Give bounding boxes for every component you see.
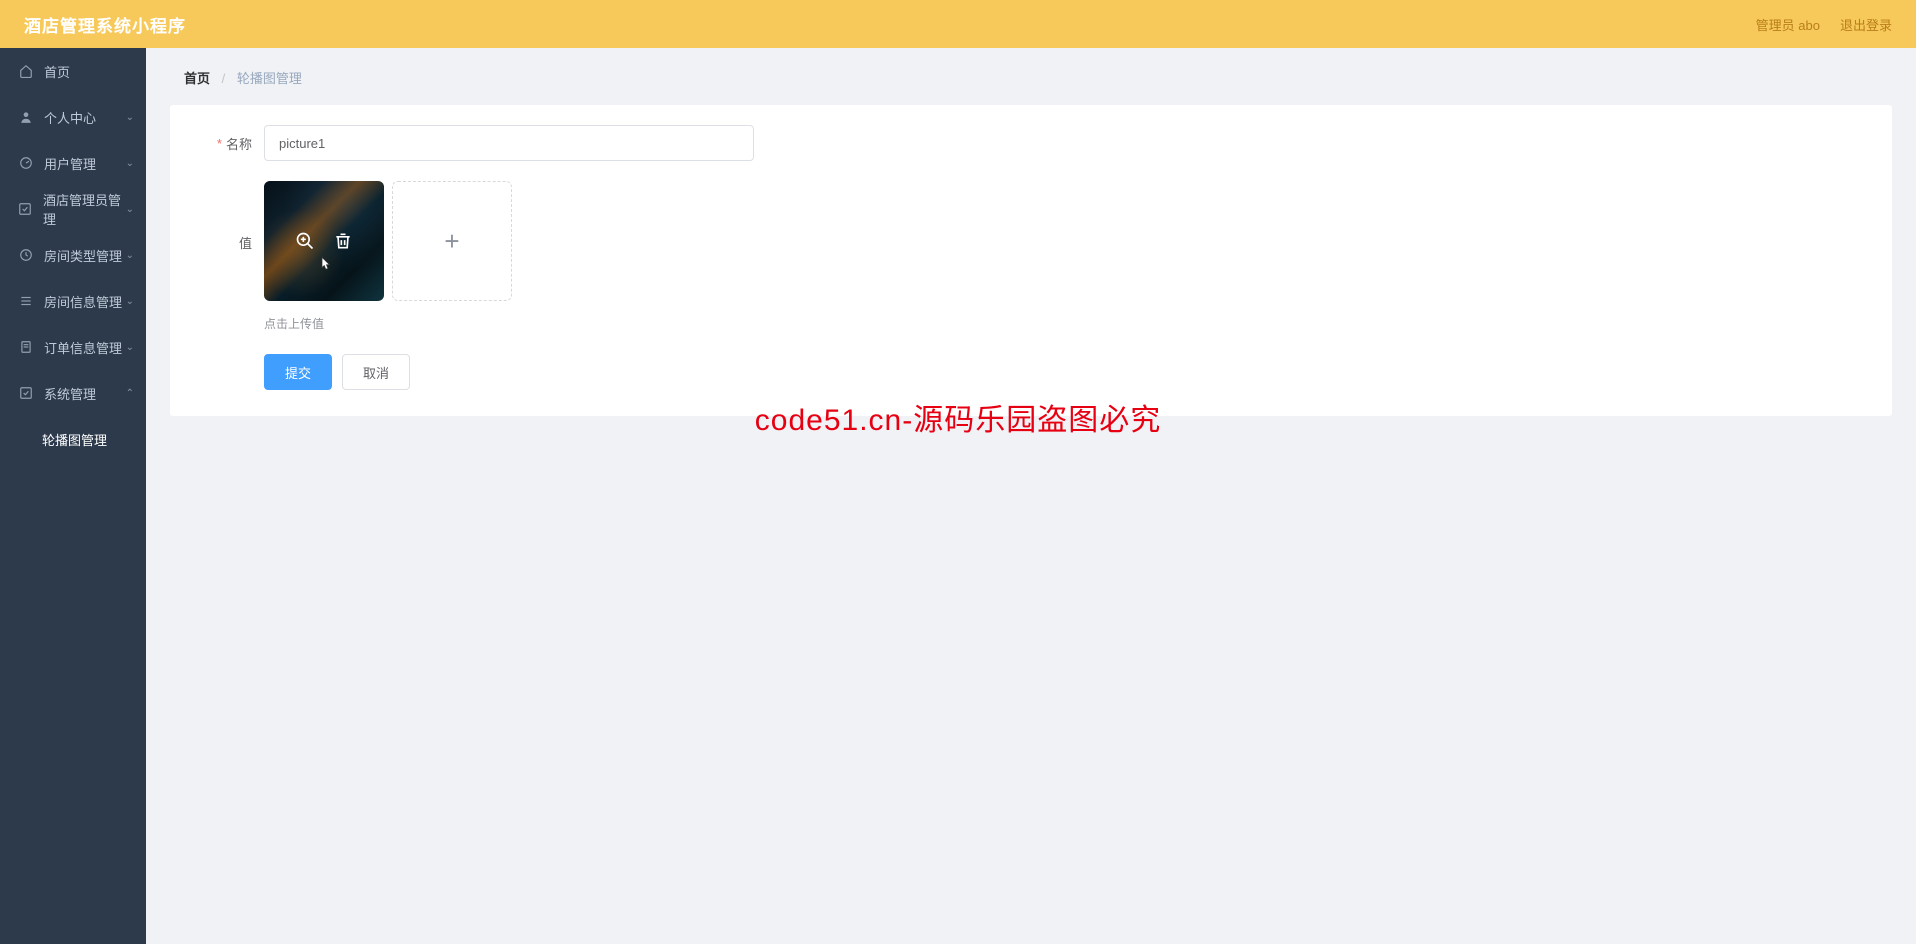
cancel-button[interactable]: 取消 <box>342 354 410 390</box>
sidebar-item-label: 用户管理 <box>44 154 96 173</box>
chevron-down-icon: ⌄ <box>126 296 134 307</box>
gauge-icon <box>18 155 34 171</box>
chevron-down-icon: ⌄ <box>126 158 134 169</box>
user-icon <box>18 109 34 125</box>
chevron-down-icon: ⌄ <box>126 112 134 123</box>
form-card: * 名称 值 <box>170 105 1892 416</box>
value-label: 值 <box>239 236 252 251</box>
sidebar-item-personal[interactable]: 个人中心 ⌄ <box>0 94 146 140</box>
check-square-icon <box>18 385 34 401</box>
upload-hint: 点击上传值 <box>264 315 324 332</box>
chevron-down-icon: ⌄ <box>126 342 134 353</box>
sidebar-item-label: 首页 <box>44 62 70 81</box>
zoom-icon[interactable] <box>295 231 315 251</box>
breadcrumb-separator: / <box>222 71 226 86</box>
sidebar-item-room-type[interactable]: 房间类型管理 ⌄ <box>0 232 146 278</box>
clock-icon <box>18 247 34 263</box>
delete-icon[interactable] <box>333 231 353 251</box>
sidebar-item-label: 房间信息管理 <box>44 292 122 311</box>
breadcrumb-home[interactable]: 首页 <box>184 71 210 86</box>
submit-button[interactable]: 提交 <box>264 354 332 390</box>
breadcrumb: 首页 / 轮播图管理 <box>170 68 1892 87</box>
sidebar-item-label: 系统管理 <box>44 384 96 403</box>
content-area: 首页 / 轮播图管理 * 名称 值 <box>146 48 1916 944</box>
sidebar-item-label: 房间类型管理 <box>44 246 122 265</box>
list-icon <box>18 293 34 309</box>
image-thumbnail[interactable] <box>264 181 384 301</box>
logout-link[interactable]: 退出登录 <box>1840 15 1892 34</box>
sidebar-item-room-info[interactable]: 房间信息管理 ⌄ <box>0 278 146 324</box>
sidebar-subitem-carousel[interactable]: 轮播图管理 <box>0 416 146 462</box>
sidebar-item-label: 轮播图管理 <box>42 430 107 449</box>
chevron-down-icon: ⌄ <box>126 204 134 215</box>
sidebar-item-user-manage[interactable]: 用户管理 ⌄ <box>0 140 146 186</box>
breadcrumb-current: 轮播图管理 <box>237 71 302 86</box>
sidebar-item-order-info[interactable]: 订单信息管理 ⌄ <box>0 324 146 370</box>
current-user[interactable]: 管理员 abo <box>1756 15 1820 34</box>
sidebar-item-label: 订单信息管理 <box>44 338 122 357</box>
file-icon <box>18 339 34 355</box>
app-title: 酒店管理系统小程序 <box>24 12 186 37</box>
required-mark: * <box>217 136 222 151</box>
name-input[interactable] <box>264 125 754 161</box>
form-row-name: * 名称 <box>200 125 1862 161</box>
sidebar: 首页 个人中心 ⌄ 用户管理 ⌄ 酒店管理员管理 ⌄ <box>0 48 146 944</box>
sidebar-item-label: 个人中心 <box>44 108 96 127</box>
sidebar-item-system[interactable]: 系统管理 ⌃ <box>0 370 146 416</box>
name-label: 名称 <box>226 134 252 153</box>
sidebar-item-home[interactable]: 首页 <box>0 48 146 94</box>
chevron-up-icon: ⌃ <box>126 388 134 399</box>
header: 酒店管理系统小程序 管理员 abo 退出登录 <box>0 0 1916 48</box>
check-square-icon <box>18 201 33 217</box>
upload-button[interactable]: + <box>392 181 512 301</box>
form-row-value: 值 <box>200 181 1862 301</box>
sidebar-item-label: 酒店管理员管理 <box>43 190 128 228</box>
chevron-down-icon: ⌄ <box>126 250 134 261</box>
home-icon <box>18 63 34 79</box>
plus-icon: + <box>444 226 459 257</box>
sidebar-item-hotel-admin[interactable]: 酒店管理员管理 ⌄ <box>0 186 146 232</box>
